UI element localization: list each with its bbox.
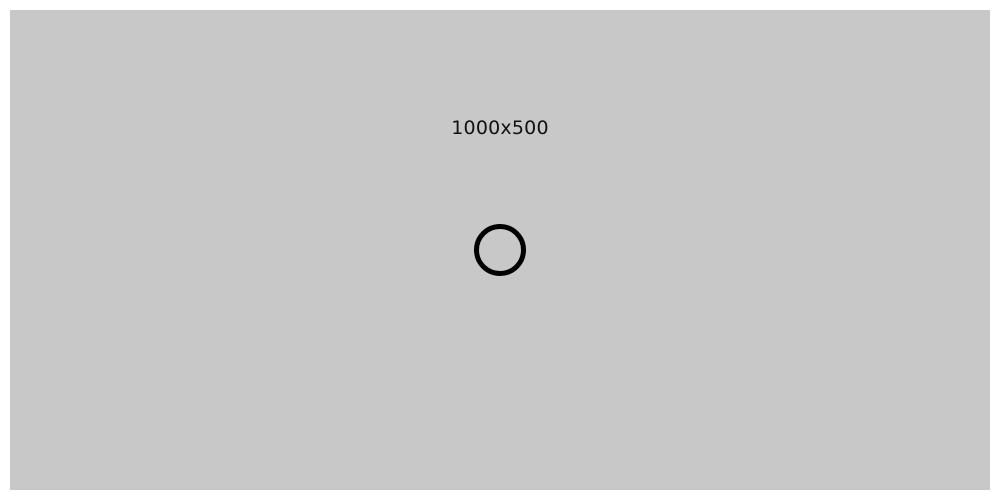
circle-outline-icon [474,224,526,276]
circle-outline-svg [474,224,526,276]
dimension-label: 1000x500 [451,117,549,139]
placeholder-panel: 1000x500 [10,10,990,490]
screen: 1000x500 [0,0,1000,500]
